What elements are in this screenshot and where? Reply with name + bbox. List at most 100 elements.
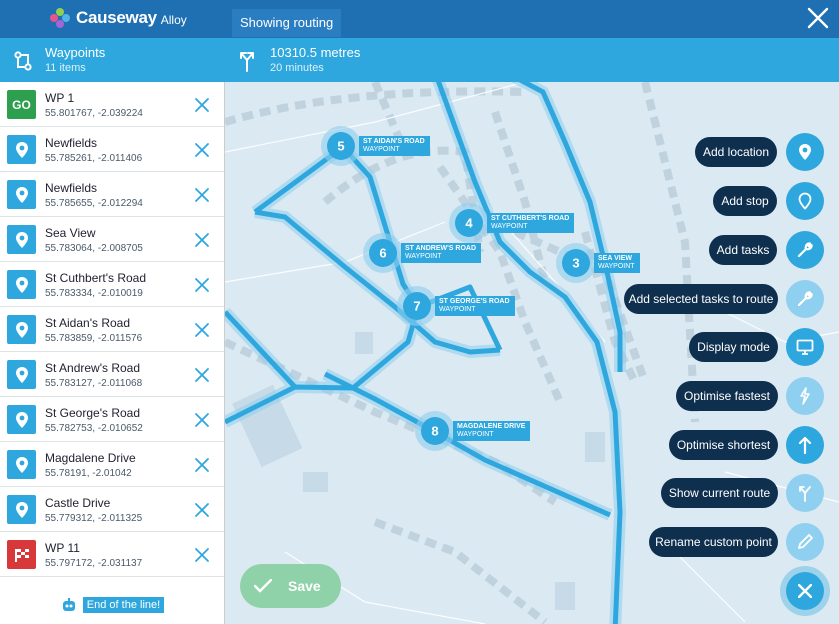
waypoint-coords: 55.783127, -2.011068 <box>45 378 143 389</box>
wrench-icon[interactable] <box>786 231 824 269</box>
waypoints-icon <box>14 51 32 71</box>
location-pin-icon <box>7 315 36 344</box>
waypoint-list: GO WP 1 55.801767, -2.039224 Newfields 55.78… <box>0 82 225 624</box>
marker-title: ST AIDAN'S ROAD <box>363 138 425 145</box>
action-button[interactable]: Optimise fastest <box>676 381 778 411</box>
waypoint-row[interactable]: GO WP 1 55.801767, -2.039224 <box>0 82 224 127</box>
waypoint-row[interactable]: St Cuthbert's Road 55.783334, -2.010019 <box>0 262 224 307</box>
waypoint-name: St George's Road <box>45 406 141 420</box>
waypoint-name: WP 11 <box>45 541 80 555</box>
waypoint-name: WP 1 <box>45 91 75 105</box>
marker-number: 5 <box>337 139 344 154</box>
marker-title: ST ANDREW'S ROAD <box>405 245 477 252</box>
end-of-line: End of the line! <box>0 590 225 620</box>
marker-type: WAYPOINT <box>405 253 442 260</box>
action-button[interactable]: Optimise shortest <box>669 430 778 460</box>
remove-waypoint-icon[interactable] <box>193 276 211 294</box>
waypoint-name: St Aidan's Road <box>45 316 131 330</box>
mode-tab[interactable]: Showing routing <box>232 9 342 37</box>
waypoint-row[interactable]: Sea View 55.783064, -2.008705 <box>0 217 224 262</box>
wrench-icon[interactable] <box>786 280 824 318</box>
location-pin-icon <box>7 180 36 209</box>
marker-number: 3 <box>572 256 579 271</box>
remove-waypoint-icon[interactable] <box>193 546 211 564</box>
waypoint-name: St Andrew's Road <box>45 361 141 375</box>
route-duration: 20 minutes <box>270 62 324 74</box>
waypoint-row[interactable]: WP 11 55.797172, -2.031137 <box>0 532 224 577</box>
action-button[interactable]: Show current route <box>661 478 778 508</box>
remove-waypoint-icon[interactable] <box>193 96 211 114</box>
check-icon <box>254 579 272 593</box>
waypoints-summary: Waypoints 11 items <box>45 45 105 74</box>
waypoint-coords: 55.785261, -2.011406 <box>45 153 143 164</box>
waypoints-count: 11 items <box>45 62 86 74</box>
action-button[interactable]: Add stop <box>713 186 777 216</box>
remove-waypoint-icon[interactable] <box>193 321 211 339</box>
marker-title: SEA VIEW <box>598 255 632 262</box>
pencil-icon[interactable] <box>786 523 824 561</box>
waypoint-coords: 55.801767, -2.039224 <box>45 108 143 119</box>
action-button[interactable]: Rename custom point <box>649 527 778 557</box>
marker-title: MAGDALENE DRIVE <box>457 423 526 430</box>
top-bar: Causeway Alloy Showing routing <box>0 0 839 38</box>
route-summary: 10310.5 metres 20 minutes <box>270 45 360 74</box>
location-pin-icon <box>7 405 36 434</box>
marker-type: WAYPOINT <box>457 431 494 438</box>
remove-waypoint-icon[interactable] <box>193 456 211 474</box>
close-icon <box>798 584 812 598</box>
remove-waypoint-icon[interactable] <box>193 141 211 159</box>
location-pin-icon[interactable] <box>786 133 824 171</box>
brand-name: Causeway <box>76 8 157 27</box>
marker-number: 4 <box>465 216 473 231</box>
location-pin-icon <box>7 270 36 299</box>
save-button[interactable]: Save <box>240 564 341 608</box>
robot-icon <box>62 598 75 611</box>
brand-product: Alloy <box>160 12 187 27</box>
waypoint-row[interactable]: St Aidan's Road 55.783859, -2.011576 <box>0 307 224 352</box>
marker-label: SEA VIEW WAYPOINT <box>594 253 640 273</box>
waypoint-row[interactable]: St George's Road 55.782753, -2.010652 <box>0 397 224 442</box>
monitor-icon[interactable] <box>786 328 824 366</box>
marker-type: WAYPOINT <box>363 146 400 153</box>
waypoint-coords: 55.783064, -2.008705 <box>45 243 143 254</box>
waypoint-row[interactable]: Castle Drive 55.779312, -2.011325 <box>0 487 224 532</box>
waypoints-label: Waypoints <box>45 45 106 60</box>
remove-waypoint-icon[interactable] <box>193 501 211 519</box>
location-pin-icon <box>7 135 36 164</box>
close-icon[interactable] <box>807 7 829 29</box>
remove-waypoint-icon[interactable] <box>193 366 211 384</box>
marker-number: 6 <box>379 246 386 261</box>
waypoint-coords: 55.783334, -2.010019 <box>45 288 143 299</box>
remove-waypoint-icon[interactable] <box>193 411 211 429</box>
marker-title: ST GEORGE'S ROAD <box>439 298 510 305</box>
action-button[interactable]: Add selected tasks to route <box>624 284 778 314</box>
action-button[interactable]: Display mode <box>689 332 778 362</box>
route-merge-icon <box>240 52 254 72</box>
lightning-icon[interactable] <box>786 377 824 415</box>
close-actions-button[interactable] <box>786 572 824 610</box>
waypoint-row[interactable]: Magdalene Drive 55.78191, -2.01042 <box>0 442 224 487</box>
marker-label: ST CUTHBERT'S ROAD WAYPOINT <box>487 213 575 233</box>
remove-waypoint-icon[interactable] <box>193 186 211 204</box>
marker-type: WAYPOINT <box>491 223 528 230</box>
action-button[interactable]: Add tasks <box>709 235 777 265</box>
remove-waypoint-icon[interactable] <box>193 231 211 249</box>
location-pin-icon <box>7 225 36 254</box>
route-distance: 10310.5 metres <box>270 45 361 60</box>
waypoint-row[interactable]: Newfields 55.785261, -2.011406 <box>0 127 224 172</box>
waypoint-row[interactable]: Newfields 55.785655, -2.012294 <box>0 172 224 217</box>
marker-label: MAGDALENE DRIVE WAYPOINT <box>453 421 531 441</box>
marker-title: ST CUTHBERT'S ROAD <box>491 215 570 222</box>
waypoint-row[interactable]: St Andrew's Road 55.783127, -2.011068 <box>0 352 224 397</box>
location-pin-icon <box>7 450 36 479</box>
marker-label: ST ANDREW'S ROAD WAYPOINT <box>401 243 482 263</box>
map-pin-outline-icon[interactable] <box>786 182 824 220</box>
waypoint-name: St Cuthbert's Road <box>45 271 147 285</box>
action-button[interactable]: Add location <box>695 137 777 167</box>
arrow-up-icon[interactable] <box>786 426 824 464</box>
waypoint-name: Newfields <box>45 136 98 150</box>
waypoint-name: Magdalene Drive <box>45 451 136 465</box>
start-badge: GO <box>7 90 36 119</box>
route-merge-icon[interactable] <box>786 474 824 512</box>
save-label: Save <box>288 578 321 594</box>
